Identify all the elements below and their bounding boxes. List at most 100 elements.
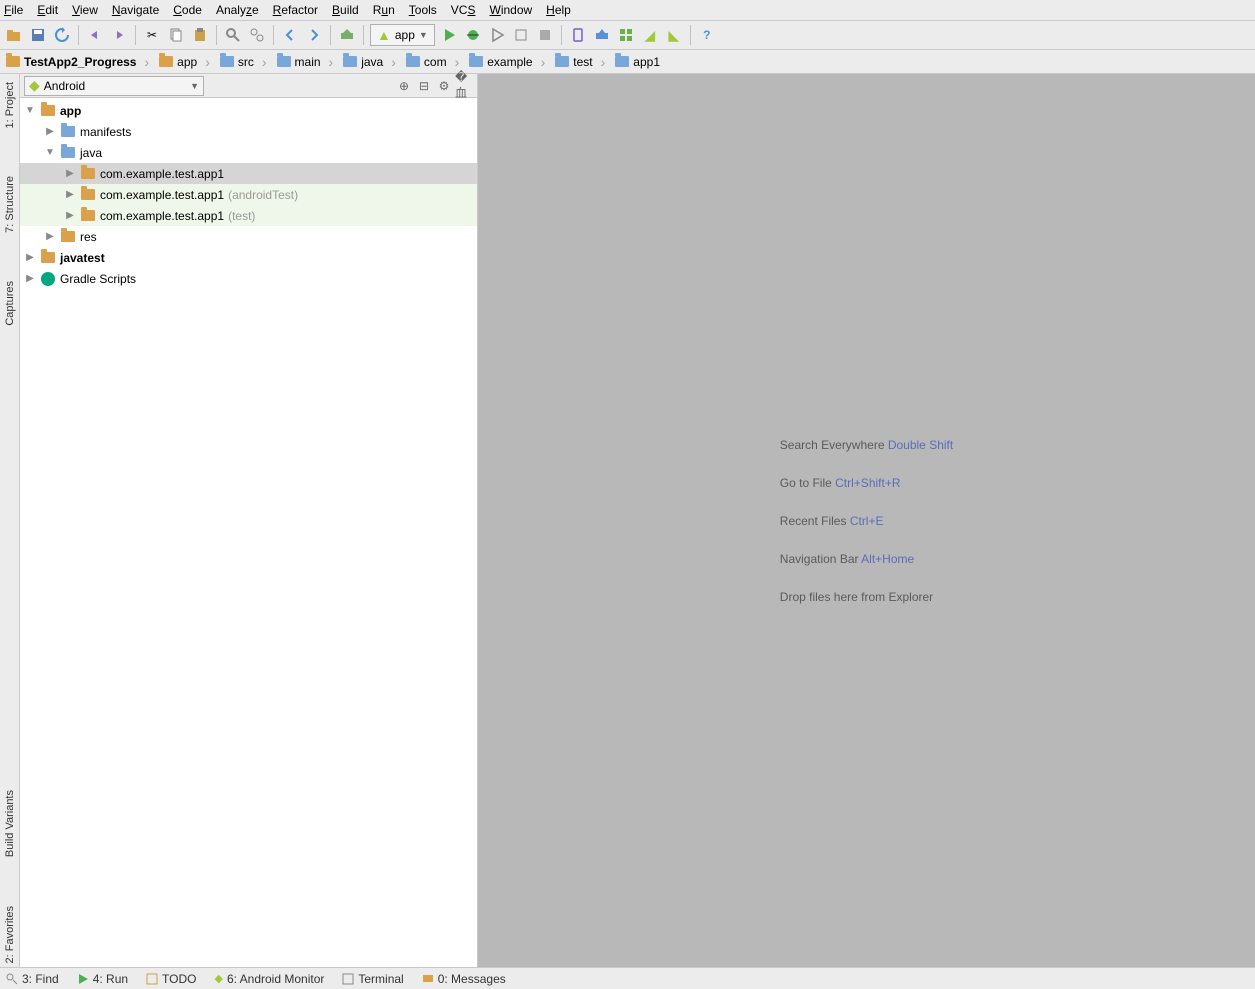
make-icon[interactable] <box>337 25 357 45</box>
menu-window[interactable]: Window <box>489 3 532 17</box>
hide-icon[interactable]: �血 <box>455 77 473 95</box>
chevron-down-icon: ▼ <box>24 105 36 116</box>
project-panel-header: ◆ Android ▼ ⊕ ⊟ ⚙ �血 <box>20 74 477 98</box>
redo-icon[interactable] <box>109 25 129 45</box>
menu-edit[interactable]: Edit <box>37 3 58 17</box>
chevron-down-icon: ▼ <box>419 30 428 40</box>
cut-icon[interactable]: ✂ <box>142 25 162 45</box>
menu-tools[interactable]: Tools <box>409 3 437 17</box>
separator <box>78 25 79 45</box>
menu-analyze[interactable]: Analyze <box>216 3 259 17</box>
tree-package-main[interactable]: ▶ com.example.test.app1 <box>20 163 477 184</box>
folder-icon <box>60 145 76 161</box>
tree-package-androidtest[interactable]: ▶ com.example.test.app1 (androidTest) <box>20 184 477 205</box>
separator <box>690 25 691 45</box>
tree-app[interactable]: ▼ app <box>20 100 477 121</box>
sdk-manager-icon[interactable] <box>592 25 612 45</box>
settings-icon[interactable]: ⚙ <box>435 77 453 95</box>
project-tree: ▼ app ▶ manifests ▼ java ▶ com.example.t… <box>20 98 477 967</box>
avd-manager-icon[interactable] <box>568 25 588 45</box>
replace-icon[interactable] <box>247 25 267 45</box>
tab-project[interactable]: 1: Project <box>2 78 18 132</box>
tip-search-everywhere: Search Everywhere Double Shift <box>780 426 953 464</box>
tab-structure[interactable]: 7: Structure <box>2 172 18 237</box>
chevron-right-icon: ▶ <box>44 126 56 137</box>
device-file-icon[interactable]: ◣ <box>664 25 684 45</box>
editor-tips: Search Everywhere Double Shift Go to Fil… <box>780 426 953 616</box>
tab-todo[interactable]: TODO <box>146 972 196 986</box>
tab-run[interactable]: 4: Run <box>77 972 128 986</box>
separator <box>216 25 217 45</box>
chevron-right-icon: ▶ <box>24 273 36 284</box>
module-icon <box>40 250 56 266</box>
crumb-com[interactable]: com <box>402 51 465 73</box>
menu-refactor[interactable]: Refactor <box>273 3 318 17</box>
open-icon[interactable] <box>4 25 24 45</box>
separator <box>273 25 274 45</box>
tab-find[interactable]: 3: Find <box>6 972 59 986</box>
crumb-test[interactable]: test <box>551 51 611 73</box>
separator <box>135 25 136 45</box>
tab-messages[interactable]: 0: Messages <box>422 972 506 986</box>
folder-icon <box>406 56 420 67</box>
tab-android-monitor[interactable]: ◆6: Android Monitor <box>215 972 325 986</box>
tree-java[interactable]: ▼ java <box>20 142 477 163</box>
main-toolbar: ✂ ▲ app ▼ ◢ ◣ ? <box>0 20 1255 50</box>
debug-icon[interactable] <box>463 25 483 45</box>
run-icon[interactable] <box>439 25 459 45</box>
tree-package-test[interactable]: ▶ com.example.test.app1 (test) <box>20 205 477 226</box>
tree-manifests[interactable]: ▶ manifests <box>20 121 477 142</box>
tree-res[interactable]: ▶ res <box>20 226 477 247</box>
menu-file[interactable]: File <box>4 3 23 17</box>
back-icon[interactable] <box>280 25 300 45</box>
profile-icon[interactable] <box>487 25 507 45</box>
folder-icon <box>469 56 483 67</box>
package-icon <box>80 187 96 203</box>
copy-icon[interactable] <box>166 25 186 45</box>
chevron-right-icon: ▶ <box>64 210 76 221</box>
crumb-java[interactable]: java <box>339 51 402 73</box>
undo-icon[interactable] <box>85 25 105 45</box>
crumb-src[interactable]: src <box>216 51 273 73</box>
tab-terminal[interactable]: Terminal <box>342 972 403 986</box>
scroll-to-source-icon[interactable]: ⊕ <box>395 77 413 95</box>
theme-editor-icon[interactable]: ◢ <box>640 25 660 45</box>
attach-debugger-icon[interactable] <box>511 25 531 45</box>
find-icon[interactable] <box>223 25 243 45</box>
menu-view[interactable]: View <box>72 3 98 17</box>
bottom-tool-bar: 3: Find 4: Run TODO ◆6: Android Monitor … <box>0 967 1255 989</box>
project-view-selector[interactable]: ◆ Android ▼ <box>24 76 204 96</box>
help-icon[interactable]: ? <box>697 25 717 45</box>
collapse-icon[interactable]: ⊟ <box>415 77 433 95</box>
crumb-example[interactable]: example <box>465 51 551 73</box>
run-configuration-selector[interactable]: ▲ app ▼ <box>370 24 435 46</box>
menu-run[interactable]: Run <box>373 3 395 17</box>
crumb-app1[interactable]: app1 <box>611 51 674 73</box>
menu-code[interactable]: Code <box>173 3 202 17</box>
save-icon[interactable] <box>28 25 48 45</box>
menu-bar: File Edit View Navigate Code Analyze Ref… <box>0 0 1255 20</box>
chevron-right-icon: ▶ <box>64 189 76 200</box>
module-icon <box>40 103 56 119</box>
menu-help[interactable]: Help <box>546 3 571 17</box>
forward-icon[interactable] <box>304 25 324 45</box>
tree-javatest[interactable]: ▶ javatest <box>20 247 477 268</box>
crumb-main[interactable]: main <box>273 51 340 73</box>
crumb-app[interactable]: app <box>155 51 216 73</box>
tip-drop-files: Drop files here from Explorer <box>780 578 953 616</box>
separator <box>330 25 331 45</box>
crumb-project[interactable]: TestApp2_Progress <box>2 51 155 73</box>
menu-navigate[interactable]: Navigate <box>112 3 159 17</box>
sync-icon[interactable] <box>52 25 72 45</box>
paste-icon[interactable] <box>190 25 210 45</box>
editor-empty-state: Search Everywhere Double Shift Go to Fil… <box>478 74 1255 967</box>
stop-icon[interactable] <box>535 25 555 45</box>
menu-vcs[interactable]: VCS <box>451 3 476 17</box>
tree-gradle-scripts[interactable]: ▶ Gradle Scripts <box>20 268 477 289</box>
menu-build[interactable]: Build <box>332 3 359 17</box>
tab-favorites[interactable]: 2: Favorites <box>2 902 18 967</box>
folder-icon <box>60 124 76 140</box>
layout-inspector-icon[interactable] <box>616 25 636 45</box>
tab-build-variants[interactable]: Build Variants <box>2 786 18 861</box>
tab-captures[interactable]: Captures <box>2 277 18 330</box>
